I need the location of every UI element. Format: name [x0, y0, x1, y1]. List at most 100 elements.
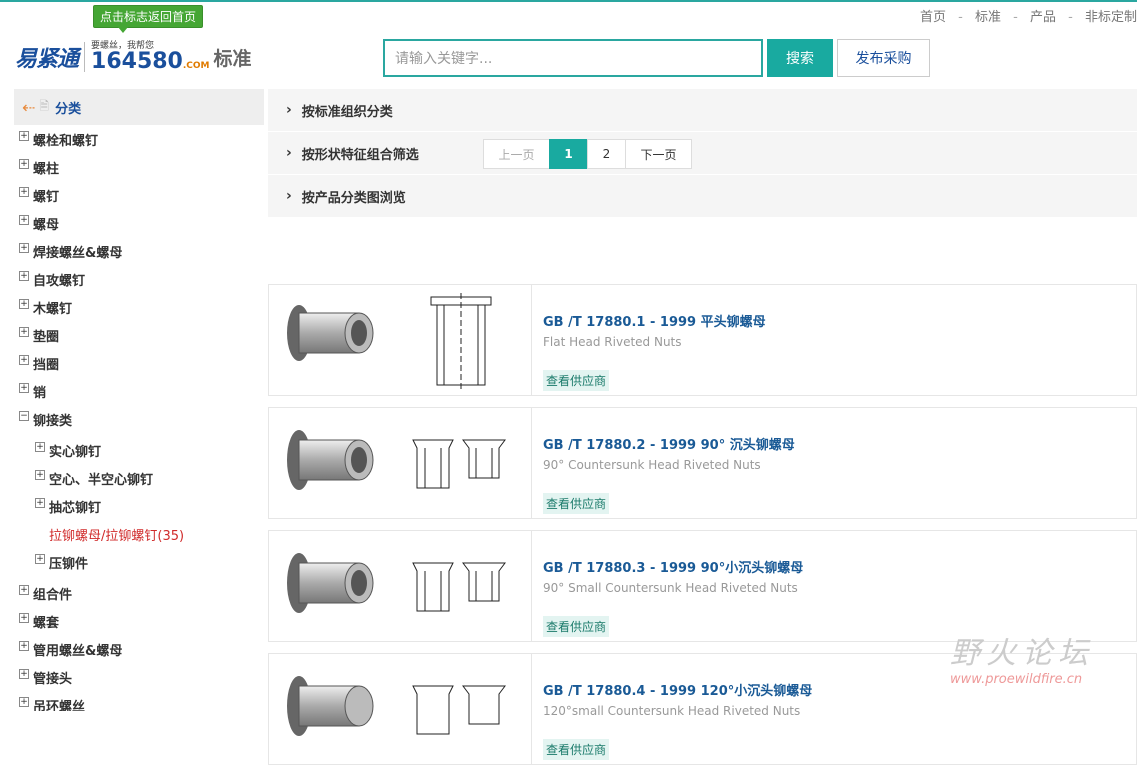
tree-item[interactable]: + 管接头 — [19, 663, 264, 691]
product-image[interactable] — [269, 408, 532, 518]
tree-item-label: 抽芯铆钉 — [49, 500, 102, 516]
expand-icon[interactable]: + — [35, 554, 45, 564]
sidebar-header: ⇠ 🗎 分类 — [14, 89, 264, 125]
expand-icon[interactable]: + — [19, 159, 29, 169]
logo-sub: 要螺丝，我帮您 164580.COM — [91, 38, 210, 77]
tree-item[interactable]: + 管用螺丝&螺母 — [19, 635, 264, 663]
collapse-icon[interactable]: − — [19, 411, 29, 421]
tree-item[interactable]: + 螺柱 — [19, 153, 264, 181]
tree-item[interactable]: + 垫圈 — [19, 321, 264, 349]
nav-products[interactable]: 产品 — [1030, 10, 1056, 25]
back-arrow-icon[interactable]: ⇠ — [22, 98, 35, 117]
tree-item-label: 管接头 — [33, 671, 73, 687]
tree-item-label: 螺母 — [33, 217, 60, 233]
rivet-nut-120-icon — [287, 676, 506, 736]
tree-item[interactable]: + 螺钉 — [19, 181, 264, 209]
expand-icon[interactable]: + — [19, 613, 29, 623]
product-name[interactable]: GB /T 17880.1 - 1999 平头铆螺母 — [543, 311, 766, 330]
tree-item-label: 压铆件 — [49, 556, 89, 572]
logo-brand: 易紧通 — [15, 47, 79, 72]
filter-by-shape[interactable]: › 按形状特征组合筛选 — [268, 132, 1137, 175]
filter-by-standard[interactable]: › 按标准组织分类 — [268, 89, 1137, 132]
top-accent-line — [0, 0, 1137, 2]
tree-item[interactable]: + 挡圈 — [19, 349, 264, 377]
expand-icon[interactable]: + — [19, 669, 29, 679]
tree-item[interactable]: + 木螺钉 — [19, 293, 264, 321]
expand-icon[interactable]: + — [19, 355, 29, 365]
tree-item-label: 螺钉 — [33, 189, 60, 205]
view-supplier-button[interactable]: 查看供应商 — [543, 739, 610, 760]
expand-icon[interactable]: + — [19, 697, 29, 707]
tree-subitem[interactable]: + 压铆件 — [19, 548, 264, 576]
tree-item[interactable]: + 组合件 — [19, 579, 264, 607]
tree-item[interactable]: + 螺母 — [19, 209, 264, 237]
filter-panel: › 按标准组织分类 › 按形状特征组合筛选 › 按产品分类图浏览 — [268, 89, 1137, 218]
expand-icon[interactable]: + — [19, 585, 29, 595]
product-english-name: 90° Small Countersunk Head Riveted Nuts — [543, 581, 798, 595]
search-button[interactable]: 搜索 — [767, 39, 833, 77]
product-image[interactable] — [269, 285, 532, 395]
view-supplier-button[interactable]: 查看供应商 — [543, 370, 610, 391]
view-supplier-button[interactable]: 查看供应商 — [543, 616, 610, 637]
tree-item-label: 管用螺丝&螺母 — [33, 643, 123, 659]
tree-item-label: 组合件 — [33, 587, 73, 603]
tree-item[interactable]: + 螺套 — [19, 607, 264, 635]
prev-page-button[interactable]: 上一页 — [483, 139, 550, 169]
tree-subitem[interactable]: + 抽芯铆钉 — [19, 492, 264, 520]
flat-head-rivet-nut-icon — [287, 293, 492, 389]
countersunk-rivet-nut-icon — [287, 430, 506, 490]
expand-icon[interactable]: + — [19, 327, 29, 337]
category-tree: + 螺栓和螺钉 + 螺柱 + 螺钉 + 螺母 + 焊接螺丝&螺母 + 自攻螺钉 + 木螺钉 +… — [14, 125, 264, 711]
expand-icon[interactable]: + — [19, 243, 29, 253]
nav-custom[interactable]: 非标定制 — [1085, 10, 1137, 25]
tree-item-label: 自攻螺钉 — [33, 273, 86, 289]
expand-icon[interactable]: + — [35, 442, 45, 452]
product-image[interactable] — [269, 654, 532, 764]
tree-subitem[interactable]: + 空心、半空心铆钉 — [19, 464, 264, 492]
tree-item[interactable]: + 吊环螺丝 — [19, 691, 264, 711]
pagination: 上一页 1 2 下一页 — [483, 139, 692, 169]
view-supplier-button[interactable]: 查看供应商 — [543, 493, 610, 514]
expand-icon[interactable]: + — [19, 383, 29, 393]
expand-icon[interactable]: + — [19, 215, 29, 225]
next-page-button[interactable]: 下一页 — [625, 139, 692, 169]
expand-icon[interactable]: + — [19, 299, 29, 309]
filter-by-image[interactable]: › 按产品分类图浏览 — [268, 175, 1137, 218]
page-2-button[interactable]: 2 — [587, 139, 626, 169]
logo-divider — [84, 42, 86, 72]
tree-item[interactable]: + 焊接螺丝&螺母 — [19, 237, 264, 265]
tree-item[interactable]: + 自攻螺钉 — [19, 265, 264, 293]
tree-item-label: 螺柱 — [33, 161, 60, 177]
filter-label: 按标准组织分类 — [301, 104, 393, 120]
tree-item-label: 铆接类 — [33, 413, 73, 429]
product-image[interactable] — [269, 531, 532, 641]
product-info: GB /T 17880.2 - 1999 90° 沉头铆螺母 90° Count… — [543, 434, 795, 472]
product-info: GB /T 17880.1 - 1999 平头铆螺母 Flat Head Riv… — [543, 311, 766, 349]
post-purchase-button[interactable]: 发布采购 — [837, 39, 930, 77]
tree-subitem[interactable]: + 实心铆钉 — [19, 436, 264, 464]
tree-item-expanded[interactable]: − 铆接类 — [19, 405, 264, 433]
nav-home[interactable]: 首页 — [920, 10, 946, 25]
product-name[interactable]: GB /T 17880.4 - 1999 120°小沉头铆螺母 — [543, 680, 812, 699]
expand-icon[interactable]: + — [19, 131, 29, 141]
chevron-right-icon: › — [286, 188, 292, 204]
tree-item-label: 木螺钉 — [33, 301, 73, 317]
product-name[interactable]: GB /T 17880.3 - 1999 90°小沉头铆螺母 — [543, 557, 803, 576]
product-name[interactable]: GB /T 17880.2 - 1999 90° 沉头铆螺母 — [543, 434, 795, 453]
tree-subitem-active[interactable]: 拉铆螺母/拉铆螺钉(35) — [19, 520, 264, 548]
expand-icon[interactable]: + — [19, 187, 29, 197]
expand-icon[interactable]: + — [35, 470, 45, 480]
product-info: GB /T 17880.4 - 1999 120°小沉头铆螺母 120°smal… — [543, 680, 812, 718]
search-input[interactable]: 请输入关键字... — [383, 39, 763, 77]
site-logo[interactable]: 易紧通 要螺丝，我帮您 164580.COM 标准 — [15, 40, 252, 74]
document-icon: 🗎 — [39, 98, 50, 113]
expand-icon[interactable]: + — [19, 271, 29, 281]
nav-standard[interactable]: 标准 — [975, 10, 1001, 25]
expand-icon[interactable]: + — [19, 641, 29, 651]
page-1-button[interactable]: 1 — [549, 139, 588, 169]
tree-item-label: 焊接螺丝&螺母 — [33, 245, 123, 261]
tree-item[interactable]: + 螺栓和螺钉 — [19, 125, 264, 153]
expand-icon[interactable]: + — [35, 498, 45, 508]
small-countersunk-rivet-nut-icon — [287, 553, 506, 613]
tree-item[interactable]: + 销 — [19, 377, 264, 405]
